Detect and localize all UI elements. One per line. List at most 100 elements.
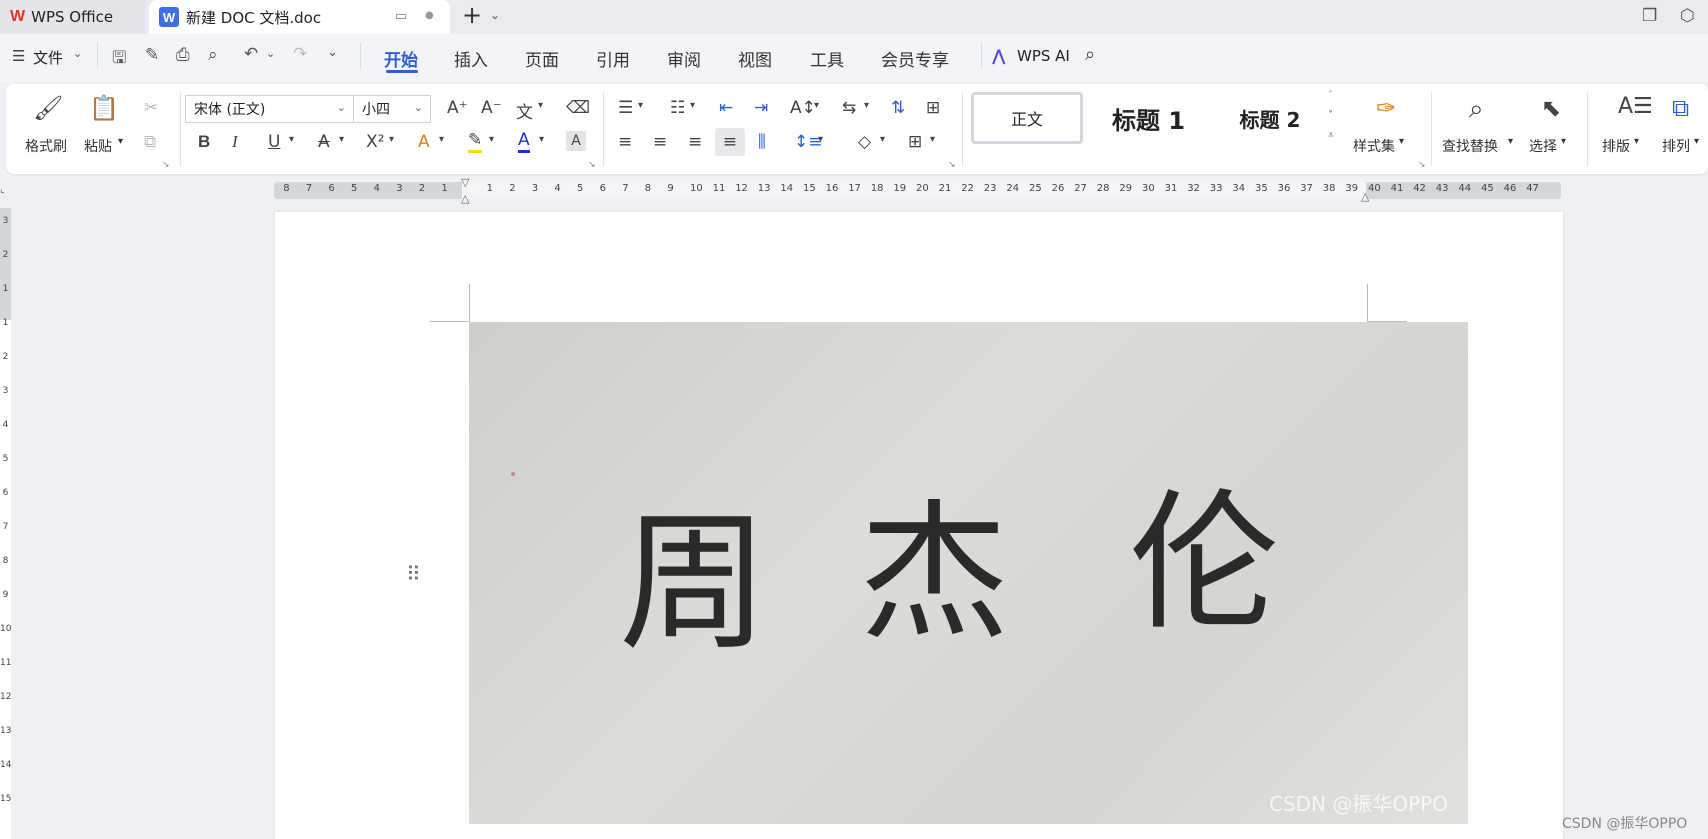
shrink-font-icon[interactable]: A⁻ [481, 98, 502, 118]
clear-format-icon[interactable]: ⌫ [566, 98, 590, 118]
window-restore-icon[interactable]: ❐ [1642, 6, 1657, 26]
show-marks-icon[interactable]: ⊞ [926, 98, 940, 118]
tab-list-chevron-icon[interactable]: ⌄ [490, 8, 500, 22]
line-spacing-chevron-icon[interactable]: ▾ [818, 134, 823, 145]
handwriting-photo[interactable]: 周 杰 伦 CSDN @振华OPPO [469, 322, 1468, 824]
font-launcher-icon[interactable]: ↘ [588, 160, 596, 170]
phonetic-chevron-icon[interactable]: ▾ [538, 100, 543, 111]
print-preview-icon[interactable]: ⌕ [208, 45, 218, 65]
more-chevron-icon[interactable]: ⌄ [327, 45, 338, 60]
phonetic-guide-icon[interactable]: 文 [516, 98, 533, 123]
increase-indent-icon[interactable]: ⇥ [754, 98, 768, 118]
tab-view[interactable]: 视图 [738, 46, 772, 71]
styles-scroll-up-icon[interactable]: ˄ [1328, 90, 1333, 101]
align-center-icon[interactable]: ≡ [653, 132, 667, 152]
superscript-chevron-icon[interactable]: ▾ [389, 134, 394, 145]
print-icon[interactable]: ⎙ [176, 45, 190, 65]
borders-chevron-icon[interactable]: ▾ [930, 134, 935, 145]
tab-home[interactable]: 开始 [384, 46, 418, 71]
copy-icon[interactable]: ⧉ [144, 132, 156, 152]
cube-icon[interactable]: ⬡ [1680, 6, 1695, 26]
format-painter-button[interactable]: 格式刷 [25, 136, 67, 156]
font-size-select[interactable]: 小四 ⌄ [353, 95, 431, 123]
tab-insert[interactable]: 插入 [454, 46, 488, 71]
italic-icon[interactable]: I [232, 132, 238, 152]
decrease-indent-icon[interactable]: ⇤ [719, 98, 733, 118]
strikethrough-icon[interactable]: A [318, 132, 330, 152]
undo-icon[interactable]: ↶ [244, 44, 258, 64]
superscript-icon[interactable]: X² [366, 132, 384, 152]
arrange-button[interactable]: 排列 [1662, 136, 1690, 156]
file-menu-chevron-icon[interactable]: ⌄ [73, 47, 82, 60]
style-heading-1[interactable]: 标题 1 [1091, 92, 1206, 144]
hamburger-icon[interactable]: ☰ [12, 47, 25, 65]
style-normal[interactable]: 正文 [971, 92, 1083, 144]
style-heading-2[interactable]: 标题 2 [1214, 92, 1326, 144]
font-color-icon[interactable]: A [518, 130, 530, 153]
tab-reference[interactable]: 引用 [596, 46, 630, 71]
format-painter-small-icon[interactable]: ✎ [145, 45, 159, 65]
justify-icon[interactable]: ≡ [715, 128, 745, 156]
text-direction-chevron-icon[interactable]: ▾ [814, 100, 819, 111]
grow-font-icon[interactable]: A⁺ [447, 98, 468, 118]
find-replace-icon[interactable]: ⌕ [1469, 94, 1484, 125]
highlight-chevron-icon[interactable]: ▾ [489, 134, 494, 145]
text-direction-icon[interactable]: A↕ [790, 98, 816, 118]
numbered-list-icon[interactable]: ☷ [670, 98, 685, 118]
strikethrough-chevron-icon[interactable]: ▾ [339, 134, 344, 145]
wps-ai-button[interactable]: WPS AI [1017, 47, 1070, 65]
layout-icon[interactable]: A☰ [1618, 94, 1653, 119]
styles-scroll-down-icon[interactable]: ˅ [1328, 110, 1333, 121]
font-name-select[interactable]: 宋体 (正文) ⌄ [185, 95, 354, 123]
tab-wps-office[interactable]: W WPS Office [0, 0, 146, 34]
sort-icon[interactable]: ⇆ [842, 98, 856, 118]
sort-chevron-icon[interactable]: ▾ [864, 100, 869, 111]
search-icon[interactable]: ⌕ [1085, 44, 1095, 65]
text-effect-chevron-icon[interactable]: ▾ [439, 134, 444, 145]
tab-member[interactable]: 会员专享 [881, 46, 949, 71]
arrange-chevron-icon[interactable]: ▾ [1694, 136, 1699, 147]
highlight-icon[interactable]: ✎ [468, 130, 483, 153]
redo-icon[interactable]: ↷ [293, 44, 307, 64]
find-replace-chevron-icon[interactable]: ▾ [1508, 136, 1513, 147]
save-icon[interactable]: 🖫 [112, 45, 126, 74]
bullet-list-chevron-icon[interactable]: ▾ [638, 100, 643, 111]
undo-chevron-icon[interactable]: ⌄ [266, 47, 275, 60]
layout-button[interactable]: 排版 [1602, 136, 1630, 156]
shading-chevron-icon[interactable]: ▾ [880, 134, 885, 145]
first-line-indent-icon[interactable]: ▽ [461, 176, 469, 189]
distribute-icon[interactable]: ⫼ [758, 132, 766, 152]
file-menu[interactable]: 文件 [33, 47, 63, 68]
underline-chevron-icon[interactable]: ▾ [289, 134, 294, 145]
tab-document[interactable]: W 新建 DOC 文档.doc ▭ ● [149, 0, 450, 34]
left-indent-icon[interactable]: △ [461, 192, 469, 205]
paste-chevron-icon[interactable]: ▾ [118, 136, 123, 147]
tab-review[interactable]: 审阅 [667, 46, 701, 71]
underline-icon[interactable]: U [268, 132, 280, 152]
shading-icon[interactable]: ◇ [858, 132, 871, 152]
select-chevron-icon[interactable]: ▾ [1561, 136, 1566, 147]
style-set-chevron-icon[interactable]: ▾ [1399, 136, 1404, 147]
monitor-icon[interactable]: ▭ [395, 9, 407, 24]
tab-tools[interactable]: 工具 [810, 46, 844, 71]
paste-icon[interactable]: 📋 [89, 94, 119, 122]
select-icon[interactable]: ⬉ [1541, 94, 1561, 122]
paste-button[interactable]: 粘贴 [84, 136, 112, 156]
text-effect-icon[interactable]: A [418, 132, 430, 152]
new-tab-button[interactable]: + [462, 1, 482, 29]
find-replace-button[interactable]: 查找替换 [1442, 136, 1498, 156]
select-button[interactable]: 选择 [1529, 136, 1557, 156]
style-set-button[interactable]: 样式集 [1353, 136, 1395, 156]
style-set-icon[interactable]: ✑ [1376, 94, 1396, 122]
align-left-icon[interactable]: ≡ [618, 132, 632, 152]
paragraph-launcher-icon[interactable]: ↘ [948, 160, 956, 170]
character-shading-icon[interactable]: A [566, 131, 586, 151]
arrange-icon[interactable]: ⧉ [1672, 94, 1689, 122]
tab-page[interactable]: 页面 [525, 46, 559, 71]
numbered-list-chevron-icon[interactable]: ▾ [690, 100, 695, 111]
styles-launcher-icon[interactable]: ↘ [1418, 160, 1426, 170]
cut-icon[interactable]: ✂ [144, 98, 158, 118]
right-indent-icon[interactable]: △ [1361, 190, 1369, 203]
clipboard-launcher-icon[interactable]: ↘ [162, 160, 170, 170]
font-color-chevron-icon[interactable]: ▾ [539, 134, 544, 145]
